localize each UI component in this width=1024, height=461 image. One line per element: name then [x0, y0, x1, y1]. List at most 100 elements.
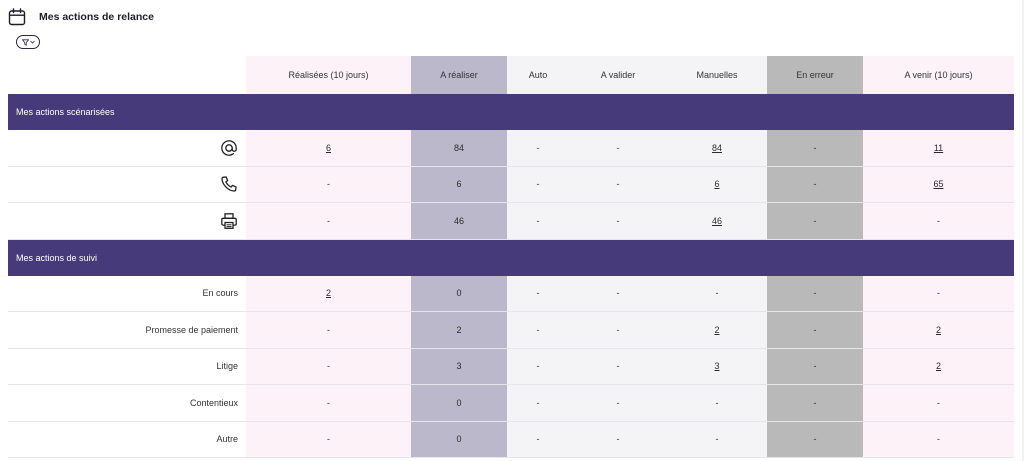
card-header: Mes actions de relance	[8, 6, 154, 28]
cell-manuelles: -	[667, 275, 767, 312]
relance-card: Mes actions de relance Réalisées (10 jou…	[0, 0, 1022, 461]
cell-a-valider: -	[569, 202, 667, 240]
cell-auto: -	[507, 166, 569, 203]
cell-realisees: -	[246, 202, 411, 240]
cell-manuelles[interactable]: 6	[667, 166, 767, 203]
row-icon-cell	[8, 202, 246, 240]
cell-a-valider: -	[569, 166, 667, 203]
email-icon	[220, 139, 238, 156]
cell-realisees[interactable]: 2	[246, 275, 411, 312]
table-row: Contentieux -0- - - - -	[8, 384, 1014, 422]
count-link[interactable]: 65	[933, 179, 943, 189]
cell-a-valider: -	[569, 348, 667, 385]
cell-a-realiser: 84	[411, 130, 507, 167]
cell-en-erreur: -	[767, 384, 863, 422]
row-label: Contentieux	[8, 384, 246, 422]
relance-table: Réalisées (10 jours) A réaliser Auto A v…	[8, 56, 1014, 458]
cell-en-erreur: -	[767, 348, 863, 385]
table-row: Autre -0- - - - -	[8, 421, 1014, 458]
cell-a-valider: -	[569, 384, 667, 422]
count-link[interactable]: 3	[714, 361, 719, 371]
table-row: En cours 2 0- - - - -	[8, 275, 1014, 312]
count-link[interactable]: 11	[934, 143, 943, 153]
section-header: Mes actions scénarisées	[8, 94, 1014, 130]
cell-a-venir: -	[863, 384, 1014, 422]
count-link[interactable]: 2	[936, 325, 941, 335]
count-link[interactable]: 84	[712, 143, 722, 153]
section-title: Mes actions de suivi	[8, 239, 1014, 276]
section-title: Mes actions scénarisées	[8, 94, 1014, 130]
phone-icon	[220, 176, 238, 192]
cell-a-valider: -	[569, 311, 667, 349]
cell-a-venir: -	[863, 421, 1014, 458]
cell-realisees: -	[246, 384, 411, 422]
cell-en-erreur: -	[767, 130, 863, 167]
cell-a-realiser: 0	[411, 384, 507, 422]
table-body: Mes actions scénarisées 6 84- -84-11-6- -6-6…	[8, 94, 1014, 458]
printer-icon	[220, 212, 238, 229]
column-header-en-erreur: En erreur	[767, 56, 863, 94]
cell-manuelles[interactable]: 84	[667, 130, 767, 167]
row-icon-cell	[8, 130, 246, 167]
cell-a-venir: -	[863, 202, 1014, 240]
cell-en-erreur: -	[767, 421, 863, 458]
cell-manuelles[interactable]: 46	[667, 202, 767, 240]
column-header-manuelles: Manuelles	[667, 56, 767, 94]
calendar-icon	[8, 8, 26, 26]
cell-en-erreur: -	[767, 311, 863, 349]
count-link[interactable]: 2	[714, 325, 719, 335]
filter-button[interactable]	[16, 35, 40, 49]
count-link[interactable]: 2	[326, 288, 331, 298]
cell-a-venir[interactable]: 65	[863, 166, 1014, 203]
column-header-a-realiser: A réaliser	[411, 56, 507, 94]
cell-en-erreur: -	[767, 202, 863, 240]
chevron-down-icon	[29, 40, 35, 44]
cell-a-realiser: 0	[411, 421, 507, 458]
cell-manuelles: -	[667, 421, 767, 458]
cell-auto: -	[507, 384, 569, 422]
page-title: Mes actions de relance	[39, 11, 154, 23]
cell-a-realiser: 6	[411, 166, 507, 203]
header-empty	[8, 56, 246, 94]
row-label: Promesse de paiement	[8, 311, 246, 349]
cell-auto: -	[507, 421, 569, 458]
cell-realisees: -	[246, 421, 411, 458]
count-link[interactable]: 2	[936, 361, 941, 371]
cell-en-erreur: -	[767, 275, 863, 312]
table-row: 6 84- -84-11	[8, 130, 1014, 167]
cell-a-valider: -	[569, 421, 667, 458]
cell-auto: -	[507, 348, 569, 385]
cell-auto: -	[507, 130, 569, 167]
cell-a-valider: -	[569, 130, 667, 167]
cell-realisees: -	[246, 348, 411, 385]
cell-a-realiser: 2	[411, 311, 507, 349]
table-row: Litige -3- -3-2	[8, 348, 1014, 385]
count-link[interactable]: 6	[326, 143, 331, 153]
cell-realisees[interactable]: 6	[246, 130, 411, 167]
cell-a-valider: -	[569, 275, 667, 312]
cell-a-realiser: 46	[411, 202, 507, 240]
cell-auto: -	[507, 202, 569, 240]
column-header-realisees: Réalisées (10 jours)	[246, 56, 411, 94]
cell-a-venir[interactable]: 11	[863, 130, 1014, 167]
cell-manuelles[interactable]: 3	[667, 348, 767, 385]
cell-a-venir[interactable]: 2	[863, 348, 1014, 385]
row-label: Autre	[8, 421, 246, 458]
cell-manuelles[interactable]: 2	[667, 311, 767, 349]
cell-a-realiser: 3	[411, 348, 507, 385]
cell-en-erreur: -	[767, 166, 863, 203]
column-header-a-venir: A venir (10 jours)	[863, 56, 1014, 94]
table-row: -6- -6-65	[8, 166, 1014, 203]
cell-a-venir: -	[863, 275, 1014, 312]
count-link[interactable]: 46	[712, 216, 722, 226]
row-label: En cours	[8, 275, 246, 312]
table-row: -46- -46- -	[8, 202, 1014, 240]
cell-a-venir[interactable]: 2	[863, 311, 1014, 349]
cell-auto: -	[507, 311, 569, 349]
count-link[interactable]: 6	[714, 179, 719, 189]
column-header-auto: Auto	[507, 56, 569, 94]
cell-realisees: -	[246, 311, 411, 349]
table-header-row: Réalisées (10 jours) A réaliser Auto A v…	[8, 56, 1014, 94]
cell-auto: -	[507, 275, 569, 312]
section-header: Mes actions de suivi	[8, 239, 1014, 276]
